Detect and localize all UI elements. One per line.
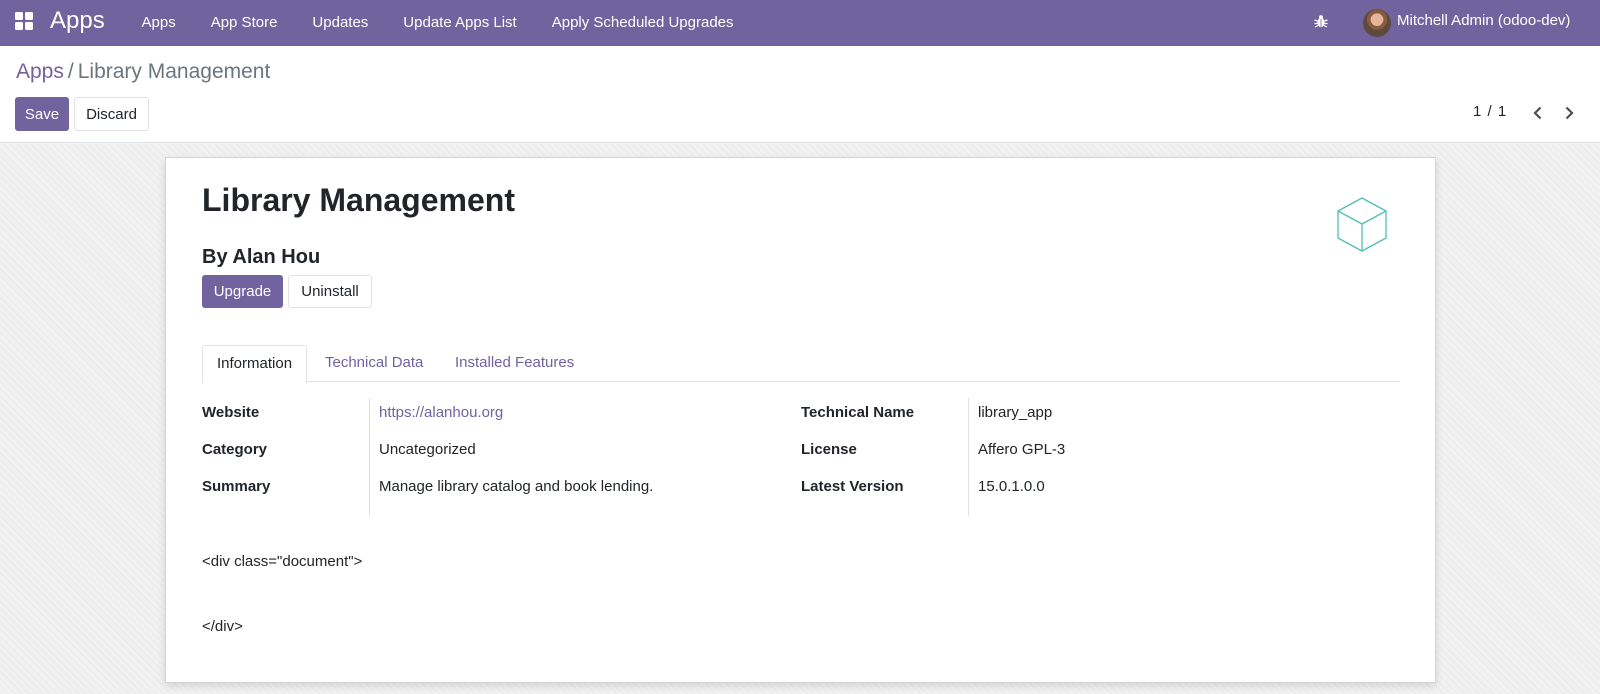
user-menu[interactable]: Mitchell Admin (odoo-dev)	[1397, 12, 1570, 29]
latest-version-label: Latest Version	[801, 478, 904, 495]
menu-item-updates[interactable]: Updates	[295, 0, 386, 46]
website-link[interactable]: https://alanhou.org	[379, 404, 503, 421]
technical-name-value: library_app	[978, 404, 1053, 421]
license-value: Affero GPL-3	[978, 441, 1066, 458]
pager-value[interactable]: 1 / 1	[1473, 103, 1507, 120]
control-panel: Apps / Library Management Save Discard 1 /…	[0, 46, 1600, 143]
menu-item-apps[interactable]: Apps	[124, 0, 193, 46]
uninstall-button[interactable]: Uninstall	[288, 275, 372, 308]
menu-item-update-apps-list[interactable]: Update Apps List	[386, 0, 534, 46]
technical-name-label: Technical Name	[801, 404, 915, 421]
notebook-tabs: Information Technical Data Installed Fea…	[202, 345, 1400, 383]
breadcrumb: Apps / Library Management	[16, 60, 270, 84]
menu-item-apply-scheduled-upgrades[interactable]: Apply Scheduled Upgrades	[534, 0, 751, 46]
bug-icon[interactable]	[1313, 13, 1329, 29]
chevron-right-icon[interactable]	[1561, 104, 1577, 122]
chevron-left-icon[interactable]	[1530, 104, 1546, 122]
form-sheet: Library Management By Alan Hou Upgrade U…	[165, 157, 1436, 683]
user-avatar[interactable]	[1363, 9, 1391, 37]
website-label: Website	[202, 404, 260, 421]
apps-menu-icon[interactable]	[15, 12, 33, 30]
module-title: Library Management	[202, 182, 515, 218]
category-value: Uncategorized	[379, 441, 476, 458]
main-menu: Apps App Store Updates Update Apps List …	[124, 0, 751, 46]
cube-icon	[1337, 197, 1387, 252]
tab-installed-features[interactable]: Installed Features	[441, 345, 588, 382]
latest-version-value: 15.0.1.0.0	[978, 478, 1045, 495]
save-button[interactable]: Save	[15, 97, 69, 131]
menu-item-app-store[interactable]: App Store	[193, 0, 295, 46]
description-close-tag: </div>	[202, 618, 243, 635]
tab-information[interactable]: Information	[202, 345, 308, 383]
description-open-tag: <div class="document">	[202, 553, 363, 570]
upgrade-button[interactable]: Upgrade	[202, 275, 283, 308]
top-navbar: Apps Apps App Store Updates Update Apps …	[0, 0, 1600, 46]
breadcrumb-separator: /	[67, 60, 74, 83]
breadcrumb-apps-link[interactable]: Apps	[16, 60, 64, 83]
brand-title[interactable]: Apps	[50, 7, 105, 35]
module-author: By Alan Hou	[202, 246, 321, 268]
breadcrumb-current: Library Management	[77, 60, 271, 83]
discard-button[interactable]: Discard	[74, 97, 149, 131]
category-label: Category	[202, 441, 268, 458]
summary-label: Summary	[202, 478, 271, 495]
left-group-divider	[369, 398, 370, 516]
right-group-divider	[968, 398, 969, 516]
license-label: License	[801, 441, 857, 458]
summary-value: Manage library catalog and book lending.	[379, 478, 654, 495]
tab-technical-data[interactable]: Technical Data	[311, 345, 437, 382]
